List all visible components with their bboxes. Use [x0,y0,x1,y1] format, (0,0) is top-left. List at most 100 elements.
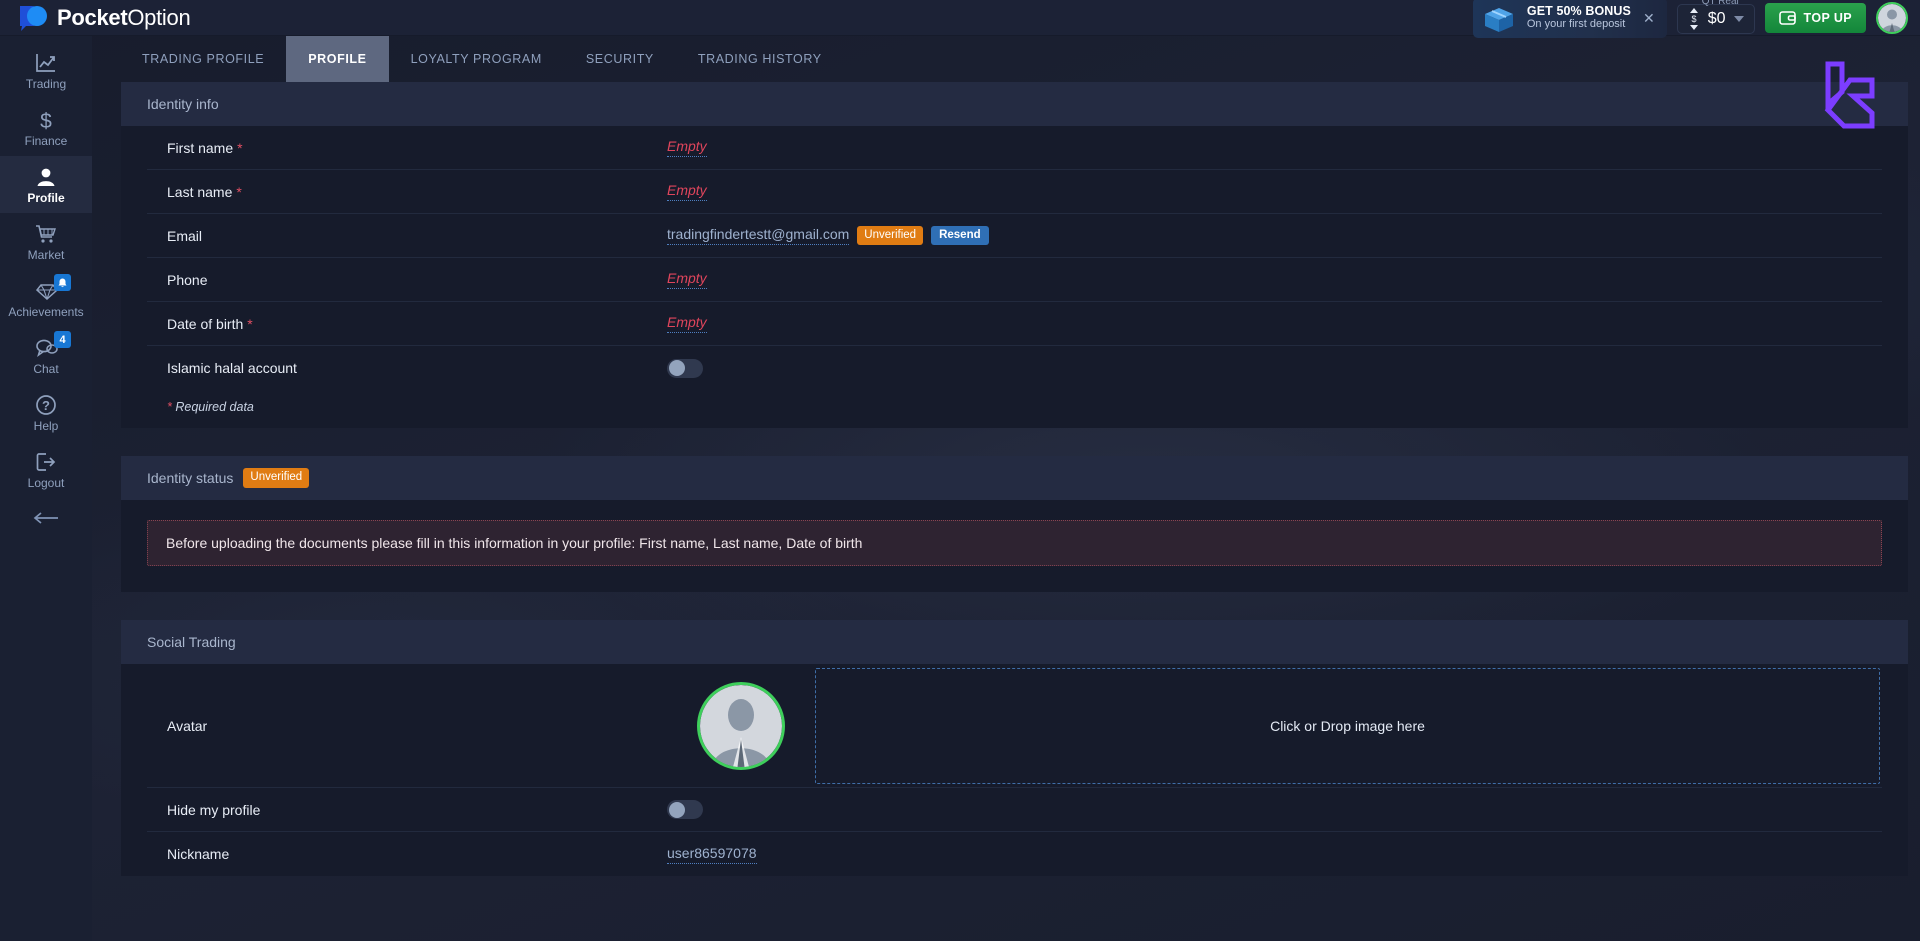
account-type-label: QT Real [1701,0,1739,7]
email-field[interactable]: tradingfindertestt@gmail.com [667,226,850,245]
svg-text:?: ? [42,398,50,413]
required-asterisk: * [236,183,242,200]
date-of-birth-value-wrap: Empty [667,314,707,333]
chart-line-icon [35,52,57,74]
chat-unread-badge[interactable]: 4 [54,331,71,348]
bonus-subtitle: On your first deposit [1526,18,1626,31]
social-trading-header: Social Trading [121,620,1908,664]
brand-logo[interactable]: PocketOption [0,4,191,32]
phone-input[interactable]: Empty [667,270,707,289]
notification-bell-badge[interactable] [54,274,71,291]
bonus-title: GET 50% BONUS [1526,3,1631,18]
identity-warning-message: Before uploading the documents please fi… [147,520,1882,566]
hide-my-profile-label: Hide my profile [167,801,261,818]
email-label: Email [167,227,203,244]
sidebar-item-label: Logout [27,475,65,490]
balance-amount: $0 [1707,9,1726,27]
resend-email-button[interactable]: Resend [931,225,989,246]
row-date-of-birth: Date of birth * Empty [147,302,1882,346]
row-islamic-halal-account: Islamic halal account [147,346,1882,390]
sidebar-item-chat[interactable]: Chat 4 [0,327,92,384]
last-name-label: Last name * [167,183,242,200]
sidebar-item-market[interactable]: Market [0,213,92,270]
close-icon[interactable]: ✕ [1643,11,1655,25]
first-name-input[interactable]: Empty [667,138,707,157]
phone-label: Phone [167,271,208,288]
main-content: TRADING PROFILE PROFILE LOYALTY PROGRAM … [92,36,1920,941]
date-of-birth-input[interactable]: Empty [667,314,707,333]
islamic-halal-label: Islamic halal account [167,360,297,376]
balance-selector[interactable]: QT Real $ $0 [1676,0,1755,34]
date-of-birth-label: Date of birth * [167,315,253,332]
row-avatar: Avatar Click or Drop image here [147,664,1882,788]
tab-trading-history[interactable]: TRADING HISTORY [676,36,844,82]
toggle-knob [669,360,685,376]
social-trading-body: Avatar Click or Drop image here Hide my … [121,664,1908,876]
gift-box-icon [1479,1,1519,35]
svg-text:$: $ [40,110,52,131]
section-title: Identity status [147,470,234,486]
dollar-icon: $ [35,109,57,133]
avatar-dropzone[interactable]: Click or Drop image here [815,667,1880,784]
email-value-wrap: tradingfindertestt@gmail.com Unverified … [667,225,989,246]
profile-tabs: TRADING PROFILE PROFILE LOYALTY PROGRAM … [92,36,1920,129]
islamic-halal-value-wrap [667,358,703,378]
arrow-left-icon [33,511,59,530]
phone-value-wrap: Empty [667,270,707,289]
sidebar-item-profile[interactable]: Profile [0,156,92,213]
pocketoption-logo-icon [18,4,48,32]
identity-info-header: Identity info [121,82,1908,126]
toggle-knob [669,801,685,818]
tab-loyalty-program[interactable]: LOYALTY PROGRAM [389,36,564,82]
row-email: Email tradingfindertestt@gmail.com Unver… [147,214,1882,258]
avatar-label: Avatar [167,717,208,734]
sidebar-item-achievements[interactable]: Achievements [0,270,92,327]
required-asterisk: * [237,139,243,156]
hide-my-profile-toggle[interactable] [667,800,703,819]
sidebar: Trading $ Finance Profile Market Achieve… [0,36,92,941]
swap-account-icon[interactable]: $ [1688,7,1700,30]
required-asterisk: * [247,315,253,332]
identity-status-header: Identity status Unverified [121,456,1908,500]
sidebar-item-label: Trading [25,76,67,91]
hide-my-profile-value-wrap [667,800,703,819]
row-nickname: Nickname user86597078 [147,832,1882,876]
avatar-preview[interactable] [697,681,785,770]
question-icon: ? [35,394,57,416]
chevron-down-icon[interactable] [1733,15,1744,22]
row-last-name: Last name * Empty [147,170,1882,214]
avatar[interactable] [1876,1,1908,34]
tab-trading-profile[interactable]: TRADING PROFILE [120,36,286,82]
top-up-button[interactable]: TOP UP [1764,2,1866,33]
partner-logo-watermark-icon [1820,58,1882,130]
tab-security[interactable]: SECURITY [564,36,676,82]
tab-profile[interactable]: PROFILE [286,36,389,82]
avatar-dropzone-label: Click or Drop image here [1270,717,1425,734]
nickname-label: Nickname [167,846,230,862]
collapse-sidebar-button[interactable] [0,498,92,542]
nickname-input[interactable]: user86597078 [667,845,757,864]
first-name-label: First name * [167,139,243,156]
wallet-icon [1778,10,1796,25]
sidebar-item-label: Achievements [8,304,84,319]
sidebar-item-label: Profile [27,190,65,205]
first-name-value-wrap: Empty [667,138,707,157]
sidebar-item-logout[interactable]: Logout [0,441,92,498]
required-asterisk: * [167,400,172,414]
sidebar-item-help[interactable]: ? Help [0,384,92,441]
sidebar-item-finance[interactable]: $ Finance [0,99,92,156]
logout-icon [35,451,57,473]
nickname-value-wrap: user86597078 [667,845,757,864]
email-status-badge: Unverified [857,225,924,246]
last-name-input[interactable]: Empty [667,182,707,201]
sidebar-item-trading[interactable]: Trading [0,42,92,99]
row-phone: Phone Empty [147,258,1882,302]
identity-status-body: Before uploading the documents please fi… [121,500,1908,592]
bonus-texts: GET 50% BONUS On your first deposit [1527,4,1631,31]
islamic-halal-toggle[interactable] [667,358,703,378]
bonus-banner[interactable]: GET 50% BONUS On your first deposit ✕ [1472,0,1667,38]
row-first-name: First name * Empty [147,126,1882,170]
last-name-value-wrap: Empty [667,182,707,201]
header-actions: GET 50% BONUS On your first deposit ✕ QT… [1472,0,1920,38]
